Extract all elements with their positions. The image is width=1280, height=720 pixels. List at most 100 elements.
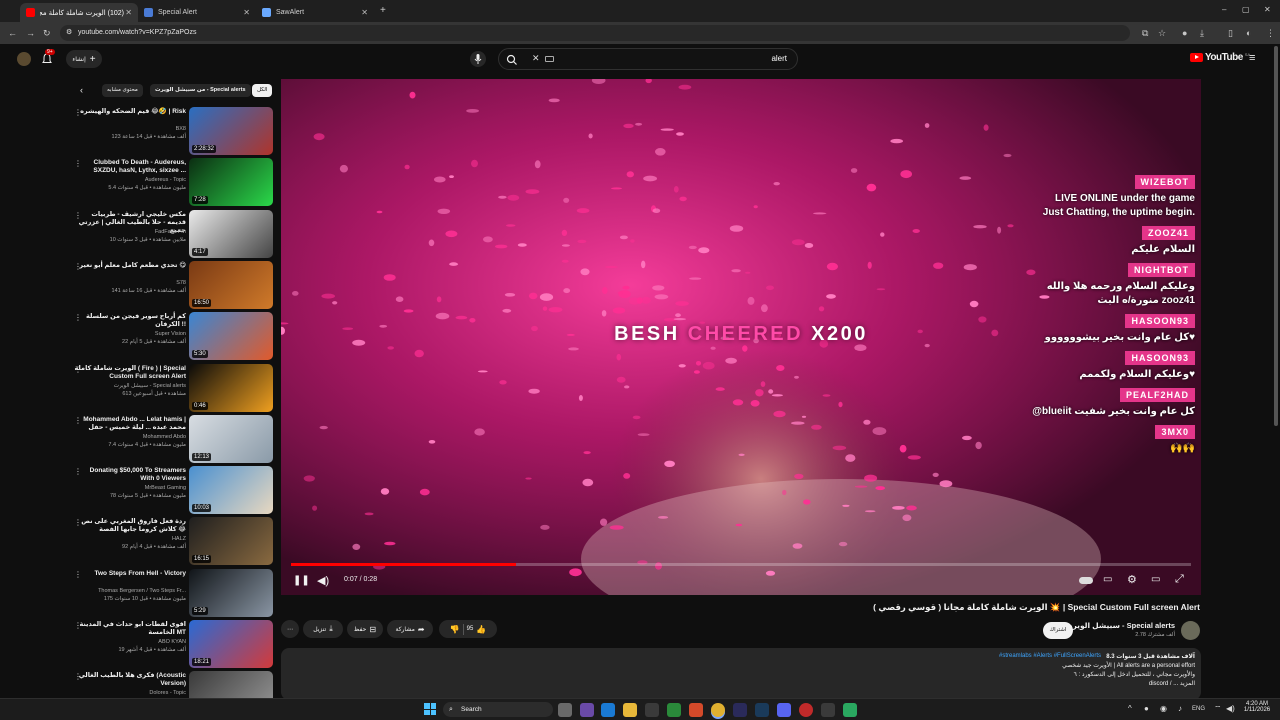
tray-chevron-icon[interactable]: ^ — [1128, 704, 1132, 713]
related-video-item[interactable]: ⋮ Donating $50,000 To Streamers With 0 Vi… — [64, 465, 276, 515]
bookmark-star-icon[interactable]: ☆ — [1158, 26, 1166, 40]
edge-browser-icon[interactable] — [601, 703, 615, 717]
related-video-item[interactable]: ⋮ فكرى هلا بالطيب الغالي (Acoustic Versio… — [64, 670, 276, 700]
close-tab-icon[interactable]: ✕ — [361, 8, 368, 17]
related-video-item[interactable]: ⋮ قيم الضحكه والهيشره 😂🤣 | Risk BX8 123 ألف… — [64, 106, 276, 156]
clear-search-icon[interactable]: ✕ — [532, 53, 540, 64]
related-video-thumbnail[interactable]: 5:29 — [189, 568, 273, 617]
network-icon[interactable]: ⌔ — [1214, 704, 1222, 714]
related-video-item[interactable]: ⋮ Clubbed To Death - Audereus, SXZDU, has… — [64, 157, 276, 207]
downloads-icon[interactable]: ⤓ — [1200, 26, 1204, 40]
search-box[interactable]: ✕ alert — [498, 48, 798, 70]
channel-avatar[interactable] — [1181, 621, 1200, 640]
related-video-item[interactable]: ⋮ كم أرباح سوبر فيجن من سلسلة الكرفان !! S… — [64, 311, 276, 361]
video-description[interactable]: 8.3 آلاف مشاهدة قبل 3 سنوات #streamlabs … — [281, 648, 1201, 700]
related-video-thumbnail[interactable]: 18:21 — [189, 620, 273, 668]
settings-gear-icon[interactable]: ⚙ — [1127, 573, 1137, 586]
related-video-thumbnail[interactable]: 16:50 — [189, 260, 273, 309]
tray-app-icon[interactable]: ◉ — [1160, 704, 1167, 713]
volume-icon[interactable]: ◀) — [317, 574, 329, 587]
close-window-button[interactable]: ✕ — [1264, 5, 1271, 14]
language-indicator[interactable]: ENG — [1192, 706, 1205, 712]
related-video-thumbnail[interactable]: 12:13 — [189, 414, 273, 463]
related-video-thumbnail[interactable]: 5:30 — [189, 312, 273, 361]
new-tab-button[interactable]: + — [380, 5, 386, 16]
like-icon[interactable]: 👍 — [476, 625, 486, 634]
related-video-thumbnail[interactable]: 4:17 — [189, 209, 273, 258]
xbox-icon[interactable] — [667, 703, 681, 717]
cast-icon[interactable]: ⧉ — [1142, 26, 1148, 40]
related-video-thumbnail[interactable]: 0:46 — [189, 363, 273, 412]
address-bar[interactable]: ⚙ youtube.com/watch?v=KPZ7pZaPOzs — [60, 25, 1130, 41]
search-input[interactable]: alert — [771, 54, 787, 63]
windows-start-icon[interactable] — [424, 703, 436, 715]
video-player[interactable]: BESH CHEERED X200 WIZEBOT LIVE ONLINE und… — [281, 79, 1201, 595]
user-avatar[interactable] — [17, 52, 31, 66]
extension-icon[interactable]: ● — [1182, 26, 1187, 40]
related-video-item[interactable]: ⋮ تحدي مطعم كامل معلم أبو نعير 😋 S78 141 أل… — [64, 260, 276, 310]
progress-bar[interactable] — [291, 563, 1191, 566]
keyboard-icon[interactable] — [545, 56, 554, 62]
theater-mode-icon[interactable]: ▭ — [1151, 574, 1160, 585]
voice-search-button[interactable] — [470, 51, 486, 67]
app-icon[interactable] — [733, 703, 747, 717]
chip-from-channel[interactable]: من سبيشل الويرت - Special alerts — [150, 84, 251, 97]
chip-all[interactable]: الكل — [252, 84, 273, 97]
share-button[interactable]: مشاركة ➦ — [387, 620, 433, 638]
related-video-item[interactable]: ⋮ اقوى لقطات ابو حداث في المدينة الخامسة … — [64, 619, 276, 669]
dislike-icon[interactable]: 👎 — [450, 625, 460, 634]
close-tab-icon[interactable]: ✕ — [125, 8, 132, 17]
related-video-item[interactable]: ⋮ Two Steps From Hell - Victory Thomas Ber… — [64, 568, 276, 618]
related-video-thumbnail[interactable]: 16:15 — [189, 517, 273, 566]
clock[interactable]: 4:20 AM 1/11/2026 — [1240, 701, 1274, 713]
reload-icon[interactable]: ↻ — [43, 26, 51, 40]
tray-app-icon[interactable]: ♪ — [1178, 704, 1182, 713]
steam-icon[interactable] — [755, 703, 769, 717]
office-icon[interactable] — [689, 703, 703, 717]
more-actions-button[interactable]: ⋯ — [281, 620, 299, 638]
related-video-item[interactable]: ⋮ مكس خليجي ارشيف - طربيات قديمه - حلا با… — [64, 209, 276, 259]
volume-tray-icon[interactable]: ◀) — [1226, 704, 1235, 713]
discord-icon[interactable] — [777, 703, 791, 717]
subscribe-button[interactable]: اشتراك — [1043, 622, 1073, 639]
profile-avatar-icon[interactable]: ◐ — [1246, 26, 1251, 40]
related-video-thumbnail[interactable]: 2:28:32 — [189, 107, 273, 155]
related-video-thumbnail[interactable]: 10:03 — [189, 466, 273, 515]
app-icon[interactable] — [821, 703, 835, 717]
related-video-thumbnail[interactable]: 7:28 — [189, 158, 273, 207]
browser-tab-sawalert[interactable]: SawAlert ✕ — [256, 3, 374, 22]
related-video-item[interactable]: ⋮ ردة فعل فاروق المغربي على نص كلاش كروما… — [64, 516, 276, 566]
site-info-icon[interactable]: ⚙ — [66, 25, 72, 41]
file-explorer-icon[interactable] — [623, 703, 637, 717]
create-button[interactable]: إنشاء + — [66, 50, 102, 68]
related-video-thumbnail[interactable] — [189, 671, 273, 700]
browser-tab-special-alert[interactable]: Special Alert ✕ — [138, 3, 256, 22]
sidepanel-icon[interactable]: ▯ — [1228, 26, 1233, 40]
back-icon[interactable]: ← — [8, 26, 17, 40]
browser-menu-icon[interactable]: ⋮ — [1266, 26, 1275, 40]
copilot-icon[interactable] — [580, 703, 594, 717]
chip-related-content[interactable]: محتوى مشابه — [102, 84, 143, 97]
obs-icon[interactable] — [799, 703, 813, 717]
chrome-icon[interactable] — [711, 703, 725, 717]
hamburger-menu-icon[interactable]: ≡ — [1249, 52, 1255, 64]
maximize-button[interactable]: ▢ — [1242, 5, 1250, 14]
browser-tab-youtube[interactable]: (102) الويرت شاملة كاملة مجا ✕ — [20, 3, 138, 22]
minimize-button[interactable]: – — [1222, 5, 1226, 14]
page-scrollbar[interactable] — [1274, 46, 1278, 426]
pause-icon[interactable]: ❚❚ — [293, 575, 310, 586]
task-view-icon[interactable] — [558, 703, 572, 717]
subtitles-icon[interactable]: ▭ — [1103, 574, 1112, 585]
description-hashtags[interactable]: #streamlabs #Alerts #FullScreenAlerts — [999, 653, 1101, 659]
related-video-item[interactable]: ⋮ Mohammed Abdo ... Lelat hamis | محمد عب… — [64, 414, 276, 464]
close-tab-icon[interactable]: ✕ — [243, 8, 250, 17]
download-button[interactable]: تنزيل ⤓ — [303, 620, 343, 638]
fullscreen-icon[interactable]: ⤢ — [1175, 573, 1184, 586]
taskbar-search-box[interactable]: ⌕ Search — [443, 702, 553, 717]
search-icon[interactable] — [506, 54, 518, 66]
tray-app-icon[interactable]: ● — [1144, 704, 1149, 713]
forward-icon[interactable]: → — [26, 26, 35, 40]
chips-scroll-left-icon[interactable]: ‹ — [80, 85, 83, 95]
save-button[interactable]: حفظ ⊟ — [347, 620, 383, 638]
autoplay-toggle[interactable] — [1079, 577, 1093, 584]
